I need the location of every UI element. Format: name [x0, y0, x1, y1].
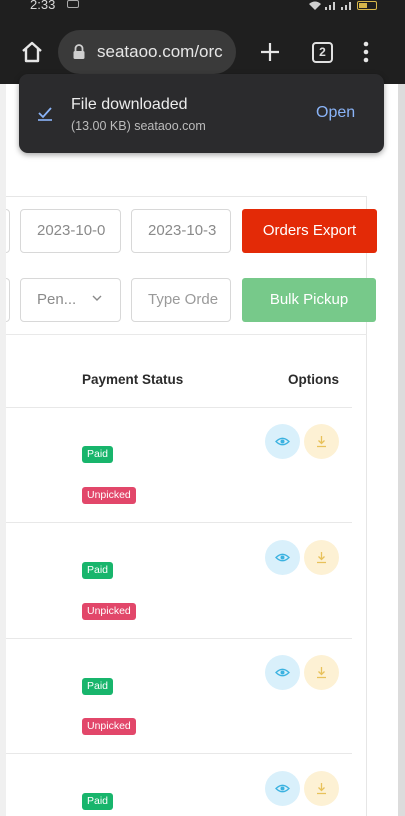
new-tab-plus-icon[interactable]	[258, 40, 282, 64]
pickup-badge: Unpicked	[82, 718, 136, 735]
bulk-pickup-button[interactable]: Bulk Pickup	[242, 278, 376, 322]
eye-icon	[275, 668, 290, 677]
header-options: Options	[288, 372, 339, 387]
address-bar[interactable]: seataoo.com/orc	[58, 30, 236, 74]
tab-count: 2	[319, 45, 326, 59]
partial-field-left-2[interactable]	[6, 278, 10, 322]
order-search-input[interactable]: Type Orde	[131, 278, 231, 322]
wifi-icon	[309, 1, 321, 10]
pickup-badge: Unpicked	[82, 603, 136, 620]
row-divider	[6, 522, 352, 523]
system-icons	[309, 0, 377, 10]
tab-switcher-icon[interactable]: 2	[312, 42, 333, 63]
payment-badge: Paid	[82, 446, 114, 463]
download-order-button[interactable]	[304, 771, 339, 806]
download-icon	[317, 667, 326, 679]
download-order-button[interactable]	[304, 540, 339, 575]
open-file-button[interactable]: Open	[316, 104, 355, 122]
date-to-input[interactable]: 2023-10-3	[131, 209, 231, 253]
overflow-menu-icon[interactable]	[360, 40, 372, 64]
status-select[interactable]: Pen...	[20, 278, 121, 322]
download-icon	[317, 783, 326, 795]
notification-icon	[67, 0, 79, 8]
view-order-button[interactable]	[265, 771, 300, 806]
eye-icon	[275, 437, 290, 446]
view-order-button[interactable]	[265, 424, 300, 459]
date-from-input[interactable]: 2023-10-0	[20, 209, 121, 253]
download-order-button[interactable]	[304, 424, 339, 459]
eye-icon	[275, 553, 290, 562]
download-icon	[317, 552, 326, 564]
pickup-badge: Unpicked	[82, 487, 136, 504]
battery-icon	[357, 0, 377, 10]
view-order-button[interactable]	[265, 540, 300, 575]
download-complete-icon	[38, 107, 52, 121]
lock-icon	[73, 44, 85, 59]
url-text: seataoo.com/orc	[97, 42, 223, 61]
date-from-value: 2023-10-0	[37, 222, 106, 239]
date-to-value: 2023-10-3	[148, 222, 217, 239]
toast-subtitle: (13.00 KB) seataoo.com	[71, 119, 206, 133]
orders-export-button[interactable]: Orders Export	[242, 209, 377, 253]
payment-badge: Paid	[82, 793, 114, 810]
chevron-down-icon	[92, 295, 102, 301]
download-icon	[317, 436, 326, 448]
order-search-placeholder: Type Orde	[148, 291, 219, 308]
payment-badge: Paid	[82, 562, 114, 579]
view-order-button[interactable]	[265, 655, 300, 690]
download-toast: File downloaded (13.00 KB) seataoo.com O…	[19, 74, 384, 153]
status-selected-value: Pen...	[37, 291, 77, 308]
page-edge	[398, 84, 405, 816]
header-payment-status: Payment Status	[82, 372, 184, 387]
filters-divider	[6, 334, 367, 335]
row-divider	[6, 753, 352, 754]
partial-field-left[interactable]	[6, 209, 10, 253]
home-icon[interactable]	[18, 38, 46, 66]
download-order-button[interactable]	[304, 655, 339, 690]
signal-icon	[325, 1, 335, 10]
row-divider	[6, 638, 352, 639]
toast-title: File downloaded	[71, 96, 188, 113]
page-content: 2023-10-0 2023-10-3 Orders Export Pen...…	[6, 84, 398, 816]
status-time: 2:33	[30, 0, 56, 12]
status-bar: 2:33	[0, 0, 405, 14]
eye-icon	[275, 784, 290, 793]
header-row-divider	[6, 407, 352, 408]
signal-icon-2	[341, 1, 351, 10]
payment-badge: Paid	[82, 678, 114, 695]
